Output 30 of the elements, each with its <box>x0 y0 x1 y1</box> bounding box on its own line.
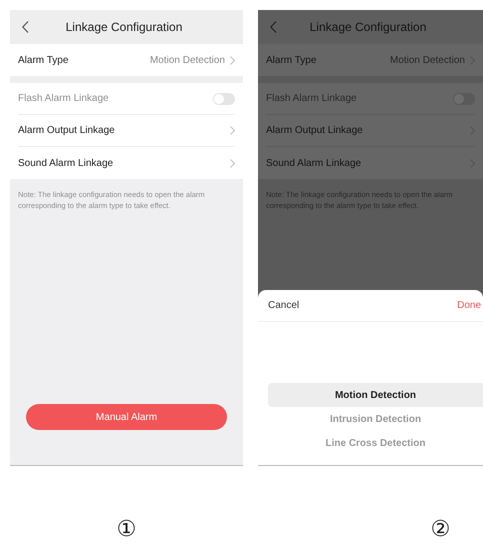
chevron-right-icon <box>230 126 235 135</box>
row-label: Alarm Type <box>266 54 316 68</box>
row-label: Sound Alarm Linkage <box>266 156 362 170</box>
step-number: ① <box>116 516 136 544</box>
setting-row[interactable]: Alarm Output Linkage <box>266 115 475 147</box>
step-number: ② <box>430 516 450 544</box>
page-title: Linkage Configuration <box>308 19 428 36</box>
page-title: Linkage Configuration <box>64 19 184 36</box>
chevron-right-icon <box>230 56 235 64</box>
alarm-type-row[interactable]: Alarm Type Motion Detection <box>10 44 243 76</box>
manual-alarm-button[interactable]: Manual Alarm <box>26 404 227 430</box>
setting-row[interactable]: Sound Alarm Linkage <box>18 147 235 179</box>
row-label: Alarm Type <box>18 54 68 68</box>
done-button[interactable]: Done <box>457 298 481 313</box>
chevron-right-icon <box>230 158 235 168</box>
setting-row[interactable]: Alarm Output Linkage <box>18 115 235 147</box>
picker-option[interactable]: Intrusion Detection <box>268 407 483 431</box>
picker-option[interactable]: Motion Detection <box>268 383 483 407</box>
row-label: Alarm Output Linkage <box>18 124 115 138</box>
alarm-type-row[interactable]: Alarm Type Motion Detection <box>258 44 483 76</box>
row-label: Flash Alarm Linkage <box>18 92 109 106</box>
row-label: Sound Alarm Linkage <box>18 156 114 170</box>
picker-option[interactable]: Line Cross Detection <box>268 431 483 455</box>
setting-row[interactable]: Sound Alarm Linkage <box>266 147 475 179</box>
row-label: Alarm Output Linkage <box>266 124 363 138</box>
back-icon[interactable] <box>22 21 29 33</box>
cancel-button[interactable]: Cancel <box>268 298 300 313</box>
row-value: Motion Detection <box>150 54 225 68</box>
row-value: Motion Detection <box>390 54 465 68</box>
row-label: Flash Alarm Linkage <box>266 92 357 106</box>
